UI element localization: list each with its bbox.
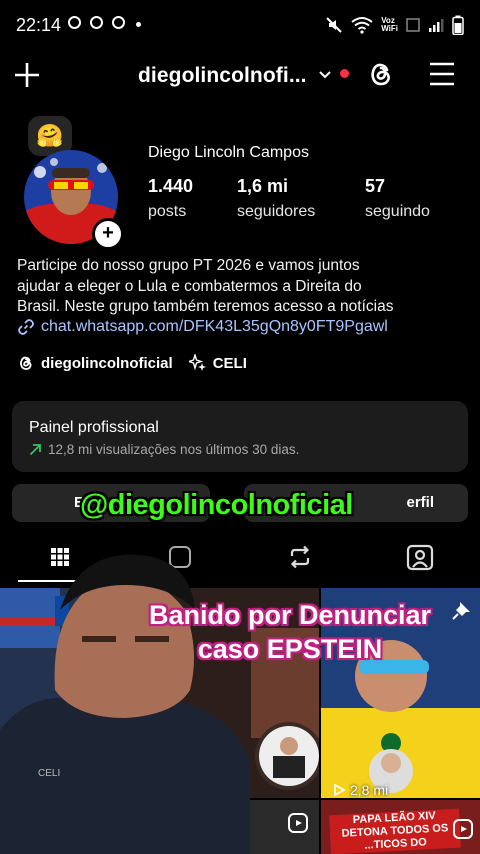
status-time: 22:14 xyxy=(16,15,62,35)
status-icons: Voz WiFi xyxy=(325,14,464,36)
reel-icon xyxy=(453,819,473,839)
threads-notification-icon xyxy=(112,16,125,29)
pin-icon xyxy=(452,602,470,620)
more-notifications-dot xyxy=(136,22,141,27)
bio: Participe do nosso grupo PT 2026 e vamos… xyxy=(17,256,467,318)
video-caption: Banido por Denunciar caso EPSTEIN xyxy=(130,598,450,666)
threads-profile-link[interactable]: diegolincolnoficial xyxy=(17,354,173,372)
chevron-down-icon[interactable] xyxy=(318,70,332,80)
shirt-logo: CELI xyxy=(38,768,60,779)
bio-line: Participe do nosso grupo PT 2026 e vamos… xyxy=(17,257,360,274)
hugging-emoji-icon: 🤗 xyxy=(36,123,64,148)
bio-line: Brasil. Neste grupo também teremos acess… xyxy=(17,298,394,315)
stat-followers-label: seguidores xyxy=(237,203,316,220)
view-count: 2,8 mi xyxy=(332,782,388,798)
thumbnail-caption: PAPA LEÃO XIV DETONA TODOS OS ...TICOS D… xyxy=(329,808,461,854)
tagged-person-icon xyxy=(406,544,434,571)
stat-following[interactable]: 57 seguindo xyxy=(365,176,430,221)
repost-icon xyxy=(290,545,310,569)
stat-posts[interactable]: 1.440 posts xyxy=(148,176,193,221)
video-caption-line: Banido por Denunciar xyxy=(148,600,432,630)
reel-icon xyxy=(288,813,308,833)
trending-up-arrow-icon xyxy=(29,444,41,456)
tab-tagged[interactable] xyxy=(360,532,480,582)
stat-followers[interactable]: 1,6 mi seguidores xyxy=(237,176,315,221)
handle-overlay-text: @diegolincolnoficial xyxy=(80,489,353,521)
status-bar: 22:14 Voz WiFi xyxy=(0,0,480,48)
threads-icon xyxy=(20,356,32,370)
menu-icon[interactable] xyxy=(428,61,456,87)
link-icon xyxy=(18,319,34,335)
create-plus-icon[interactable] xyxy=(12,60,42,90)
stat-following-label: seguindo xyxy=(365,203,430,220)
battery-icon xyxy=(452,15,464,35)
threads-notification-icon xyxy=(68,16,81,29)
stat-posts-label: posts xyxy=(148,203,187,220)
add-story-button[interactable]: + xyxy=(92,218,124,250)
share-profile-label: erfil xyxy=(406,494,434,511)
bio-line: ajudar a eleger o Lula e combatermos a D… xyxy=(17,277,362,295)
threads-icon[interactable] xyxy=(366,59,396,89)
threads-handle: diegolincolnoficial xyxy=(41,354,173,372)
pro-panel-subtitle: 12,8 mi visualizações nos últimos 30 dia… xyxy=(29,442,299,457)
presenter-video-overlay: CELI xyxy=(0,554,250,854)
sparkle-icon xyxy=(188,354,206,371)
profile-full-name: Diego Lincoln Campos xyxy=(148,144,309,161)
tab-reposts[interactable] xyxy=(240,532,360,582)
bio-link[interactable]: chat.whatsapp.com/DFK43L35gQn8y0FT9Pgawl xyxy=(17,318,388,336)
bio-link-text[interactable]: chat.whatsapp.com/DFK43L35gQn8y0FT9Pgawl xyxy=(41,318,388,336)
username-switcher[interactable]: diegolincolnofi... xyxy=(138,64,307,88)
top-bar: diegolincolnofi... xyxy=(0,52,480,96)
pro-panel-title: Painel profissional xyxy=(29,419,159,436)
stat-following-value: 57 xyxy=(365,176,386,196)
category-tag[interactable]: CELI xyxy=(188,354,247,372)
threads-notification-icon xyxy=(90,16,103,29)
stat-posts-value: 1.440 xyxy=(148,176,194,196)
professional-dashboard[interactable]: Painel profissional 12,8 mi visualizaçõe… xyxy=(12,401,468,472)
notification-dot xyxy=(340,69,349,78)
voz-wifi-label: Voz WiFi xyxy=(381,16,398,33)
video-caption-line: caso EPSTEIN xyxy=(197,634,383,664)
mute-icon xyxy=(326,17,342,33)
profile-tags: diegolincolnoficial CELI xyxy=(17,354,247,372)
signal-icon xyxy=(429,19,444,32)
sim-icon xyxy=(406,18,420,32)
category-label: CELI xyxy=(212,354,247,372)
play-outline-icon xyxy=(334,783,346,797)
stat-followers-value: 1,6 mi xyxy=(237,176,289,196)
wifi-icon xyxy=(351,17,373,34)
